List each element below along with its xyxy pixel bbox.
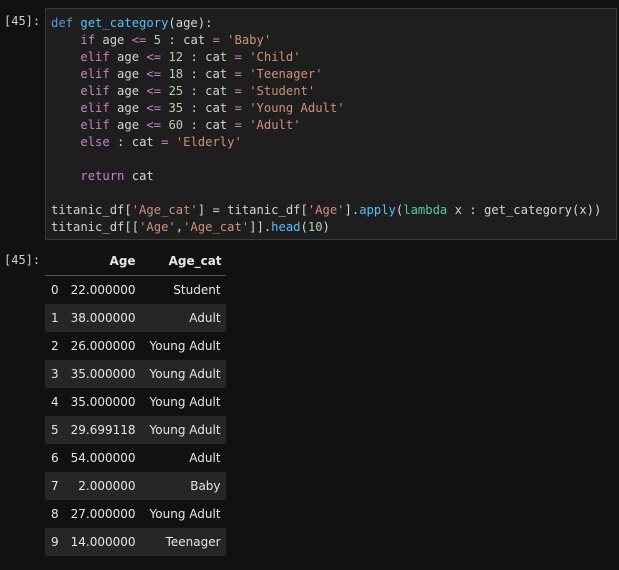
row-index: 6 — [51, 451, 59, 465]
row-index: 7 — [51, 479, 59, 493]
code-keyword: return — [80, 169, 125, 183]
table-row: 1 38.000000 Adult — [45, 304, 226, 332]
code-string: 'Elderly' — [175, 135, 242, 149]
code-method: head — [271, 220, 301, 234]
row-index: 3 — [51, 367, 59, 381]
cell-age-cat: Baby — [190, 479, 221, 493]
output-prompt: [45]: — [4, 253, 41, 267]
code-string: 'Age_cat' — [131, 203, 198, 217]
code-number: 60 — [168, 118, 184, 132]
code-keyword: elif — [80, 118, 110, 132]
code-text: , — [175, 220, 184, 234]
code-keyword: def — [51, 16, 74, 30]
code-text: ]]. — [249, 220, 272, 234]
code-number: 12 — [168, 50, 184, 64]
cell-age: 26.000000 — [70, 339, 136, 353]
cell-age-cat: Adult — [189, 311, 221, 325]
code-string: 'Age_cat' — [183, 220, 250, 234]
code-keyword: elif — [80, 67, 110, 81]
table-row: 9 14.000000 Teenager — [45, 528, 226, 556]
cell-age-cat: Young Adult — [149, 395, 221, 409]
code-function-name: get_category — [80, 16, 169, 30]
cell-age: 27.000000 — [70, 507, 136, 521]
cell-age-cat: Young Adult — [149, 367, 221, 381]
table-row: 4 35.000000 Young Adult — [45, 388, 226, 416]
code-number: 35 — [168, 101, 184, 115]
code-number: 5 — [153, 33, 162, 47]
table-row: 7 2.000000 Baby — [45, 472, 226, 500]
row-index: 0 — [51, 283, 59, 297]
row-index: 1 — [51, 311, 59, 325]
cell-age-cat: Young Adult — [149, 339, 221, 353]
cell-age: 54.000000 — [70, 451, 136, 465]
cell-age: 29.699118 — [70, 423, 136, 437]
code-keyword: if — [80, 33, 96, 47]
table-row: 3 35.000000 Young Adult — [45, 360, 226, 388]
input-prompt: [45]: — [4, 14, 41, 28]
cell-age: 35.000000 — [70, 395, 136, 409]
index-header — [45, 247, 63, 276]
code-string: 'Age' — [307, 203, 345, 217]
cell-age-cat: Young Adult — [149, 423, 221, 437]
code-text: ) — [322, 220, 330, 234]
code-text: titanic_df[ — [51, 203, 132, 217]
cell-age: 2.000000 — [78, 479, 136, 493]
row-index: 9 — [51, 535, 59, 549]
row-index: 2 — [51, 339, 59, 353]
code-keyword: elif — [80, 84, 110, 98]
row-index: 5 — [51, 423, 59, 437]
code-identifier: cat — [131, 169, 154, 183]
column-header-age: Age — [62, 247, 140, 276]
table-header-row: Age Age_cat — [45, 247, 226, 276]
table-row: 8 27.000000 Young Adult — [45, 500, 226, 528]
code-number: 18 — [168, 67, 184, 81]
code-editor[interactable]: def get_category(age): if age <= 5 : cat… — [51, 15, 601, 236]
code-string: 'Student' — [249, 84, 316, 98]
code-keyword: elif — [80, 101, 110, 115]
code-keyword: elif — [80, 50, 110, 64]
cell-age-cat: Young Adult — [149, 507, 221, 521]
code-cell[interactable]: def get_category(age): if age <= 5 : cat… — [45, 8, 617, 240]
code-string: 'Adult' — [249, 118, 301, 132]
table-row: 2 26.000000 Young Adult — [45, 332, 226, 360]
cell-age-cat: Student — [173, 283, 221, 297]
table-row: 6 54.000000 Adult — [45, 444, 226, 472]
cell-age: 14.000000 — [70, 535, 136, 549]
code-string: 'Baby' — [227, 33, 272, 47]
row-index: 8 — [51, 507, 59, 521]
code-text: ]. — [344, 203, 360, 217]
row-index: 4 — [51, 395, 59, 409]
table-row: 5 29.699118 Young Adult — [45, 416, 226, 444]
cell-age: 35.000000 — [70, 367, 136, 381]
cell-age-cat: Teenager — [165, 535, 221, 549]
cell-age-cat: Adult — [189, 451, 221, 465]
output-dataframe: Age Age_cat 0 22.000000 Student 1 38.000000 A… — [45, 247, 226, 556]
code-string: 'Teenager' — [249, 67, 323, 81]
code-keyword: lambda — [403, 203, 448, 217]
column-header-age-cat: Age_cat — [139, 247, 226, 276]
code-number: 10 — [307, 220, 323, 234]
code-number: 25 — [168, 84, 184, 98]
cell-age: 38.000000 — [70, 311, 136, 325]
cell-age: 22.000000 — [70, 283, 136, 297]
code-text: ] = titanic_df[ — [197, 203, 308, 217]
code-method: apply — [359, 203, 396, 217]
code-string: 'Age' — [139, 220, 176, 234]
code-args: (age): — [168, 16, 213, 30]
code-text: ( — [300, 220, 308, 234]
code-string: 'Young Adult' — [249, 101, 345, 115]
code-text: x : get_category(x)) — [447, 203, 602, 217]
table-row: 0 22.000000 Student — [45, 276, 226, 305]
code-string: 'Child' — [249, 50, 301, 64]
code-text: titanic_df[[ — [51, 220, 140, 234]
code-keyword: else — [80, 135, 110, 149]
